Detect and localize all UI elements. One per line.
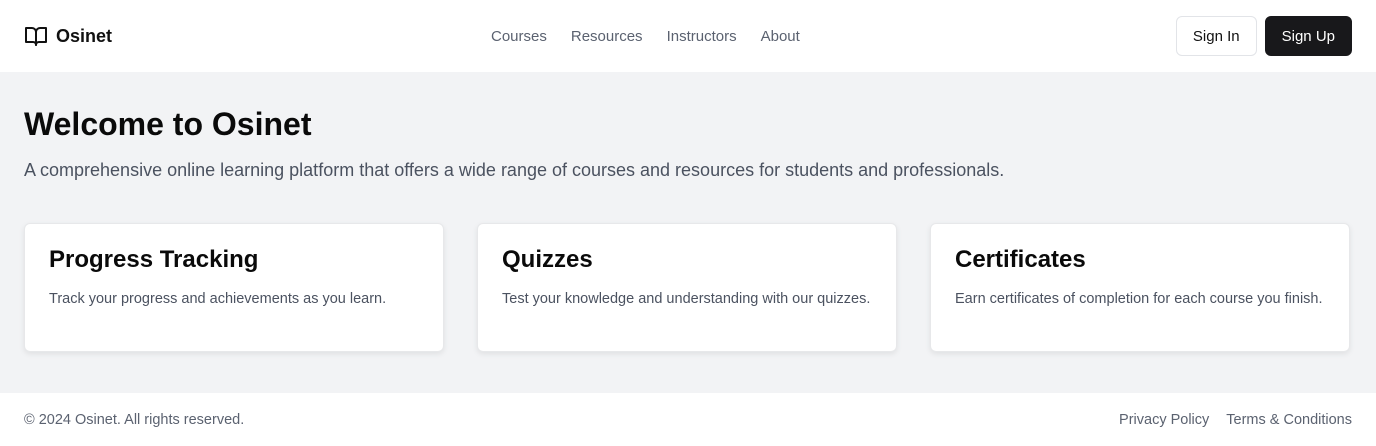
- nav-link-courses[interactable]: Courses: [491, 28, 547, 45]
- main-nav: Courses Resources Instructors About: [491, 0, 800, 72]
- site-footer: © 2024 Osinet. All rights reserved. Priv…: [0, 393, 1376, 446]
- feature-card-progress-tracking: Progress Tracking Track your progress an…: [24, 223, 444, 352]
- page-subtitle: A comprehensive online learning platform…: [24, 160, 1005, 180]
- feature-cards: Progress Tracking Track your progress an…: [24, 223, 1352, 352]
- auth-buttons: Sign In Sign Up: [1175, 16, 1352, 56]
- copyright-text: © 2024 Osinet. All rights reserved.: [24, 411, 245, 428]
- feature-card-quizzes: Quizzes Test your knowledge and understa…: [477, 223, 897, 352]
- card-text: Track your progress and achievements as …: [49, 291, 387, 307]
- brand-name: Osinet: [56, 25, 113, 46]
- footer-links: Privacy Policy Terms & Conditions: [1119, 412, 1352, 428]
- sign-up-button[interactable]: Sign Up: [1264, 16, 1352, 56]
- book-open-icon: [24, 24, 48, 48]
- card-title: Quizzes: [502, 246, 593, 273]
- card-title: Certificates: [955, 246, 1086, 273]
- nav-link-resources[interactable]: Resources: [571, 28, 643, 45]
- feature-card-certificates: Certificates Earn certificates of comple…: [930, 223, 1350, 352]
- site-header: Osinet Courses Resources Instructors Abo…: [0, 0, 1376, 72]
- card-text: Test your knowledge and understanding wi…: [502, 291, 871, 307]
- nav-link-about[interactable]: About: [761, 28, 800, 45]
- brand-logo[interactable]: Osinet: [24, 24, 112, 48]
- nav-link-instructors[interactable]: Instructors: [667, 28, 737, 45]
- card-text: Earn certificates of completion for each…: [955, 291, 1323, 307]
- terms-conditions-link[interactable]: Terms & Conditions: [1226, 412, 1352, 428]
- sign-in-button[interactable]: Sign In: [1175, 16, 1257, 56]
- hero-section: Welcome to Osinet A comprehensive online…: [0, 72, 1376, 393]
- page-title: Welcome to Osinet: [24, 106, 312, 142]
- card-title: Progress Tracking: [49, 246, 259, 273]
- privacy-policy-link[interactable]: Privacy Policy: [1119, 412, 1209, 428]
